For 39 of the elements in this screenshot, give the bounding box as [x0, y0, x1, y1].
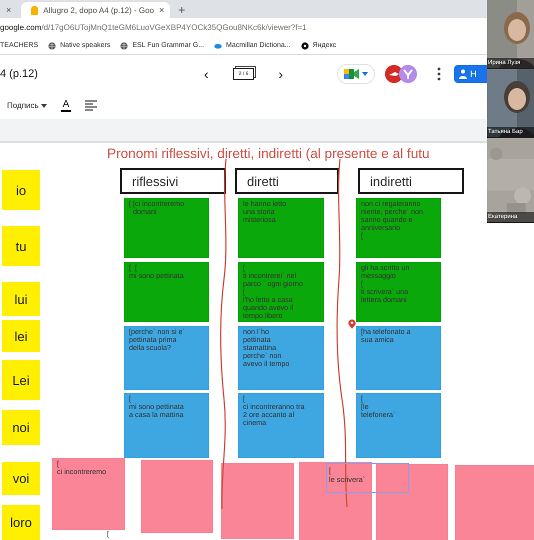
address-field[interactable]: google.com/d/17gO6UTojMnQ1teGM6LuoVGeXBP4YOCk35QGou8NKc6k/viewer?f=1: [0, 23, 307, 32]
sticky-note[interactable]: voi: [2, 462, 40, 495]
style-dropdown[interactable]: Подпись: [7, 101, 47, 110]
caret-icon: [362, 72, 368, 76]
text-color-button[interactable]: A: [60, 100, 72, 112]
circle-icon: [300, 42, 309, 50]
board-title: Pronomi riflessivi, diretti, indiretti (al presente e al futu: [107, 146, 430, 161]
tab-title: Allugro 2, dopo A4 (p.12) - Goo: [43, 6, 154, 14]
sticky-note[interactable]: loro: [2, 505, 40, 540]
sticky-note[interactable]: Lei: [2, 360, 40, 400]
column-heading[interactable]: riflessivi: [120, 168, 226, 194]
more-options-icon[interactable]: [437, 66, 442, 80]
new-tab-button[interactable]: +: [174, 3, 190, 18]
globe-icon: [48, 42, 56, 50]
avatar-icon[interactable]: [399, 64, 418, 82]
align-icon[interactable]: [85, 100, 98, 111]
sticky-note[interactable]: lei: [2, 320, 40, 352]
video-call-button[interactable]: [337, 64, 376, 84]
column-heading[interactable]: diretti: [235, 168, 339, 194]
camera-icon: [344, 68, 360, 80]
globe-icon: [120, 42, 128, 50]
next-page-button[interactable]: ›: [272, 66, 290, 82]
share-button[interactable]: Н: [454, 64, 489, 82]
sticky-note[interactable]: io: [2, 170, 40, 210]
close-tab-button[interactable]: ×: [159, 5, 164, 15]
caret-icon: [40, 104, 47, 108]
close-tab-button[interactable]: ×: [6, 5, 12, 15]
sticky-note[interactable]: lui: [2, 282, 40, 316]
pin-icon: [348, 319, 356, 329]
document-title: 4 (p.12): [0, 68, 39, 80]
favicon-icon: [31, 6, 38, 14]
sticky-note[interactable]: noi: [2, 410, 40, 445]
browser-tab[interactable]: ×: [0, 2, 18, 18]
browser-tab[interactable]: Allugro 2, dopo A4 (p.12) - Goo ×: [21, 2, 170, 18]
previous-page-button[interactable]: ‹: [198, 66, 215, 82]
cloud-icon: [214, 42, 222, 50]
column-heading[interactable]: indiretti: [358, 168, 464, 194]
sticky-note[interactable]: tu: [2, 226, 40, 266]
person-icon: [459, 68, 468, 78]
